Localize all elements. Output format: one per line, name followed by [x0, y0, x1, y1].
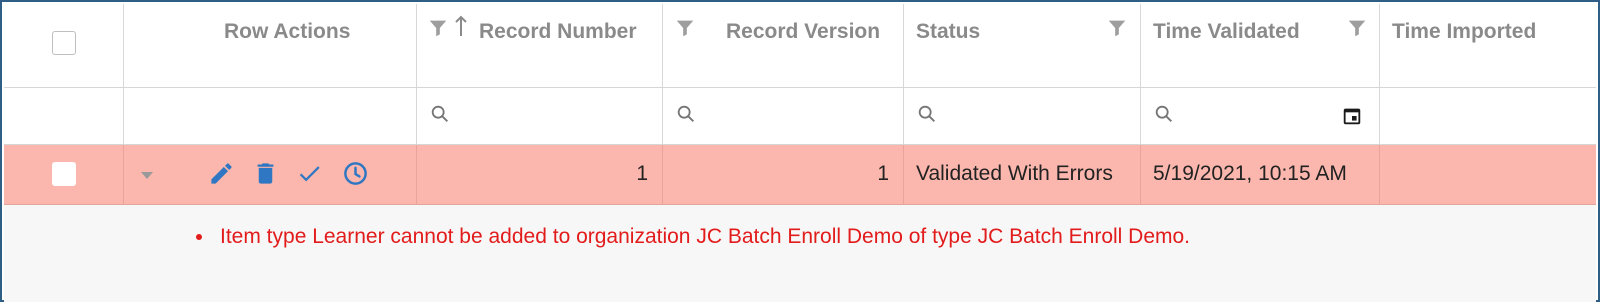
caret-down-icon[interactable] — [140, 170, 154, 180]
time-imported-cell — [1380, 145, 1596, 204]
status-cell: Validated With Errors — [904, 145, 1141, 204]
sort-ascending-icon[interactable] — [454, 14, 468, 38]
funnel-icon[interactable] — [1106, 17, 1128, 39]
clock-icon[interactable] — [342, 160, 369, 187]
table-row[interactable]: 1 1 Validated With Errors 5/19/2021, 10:… — [4, 145, 1596, 205]
column-header-time-imported: Time Imported — [1392, 20, 1537, 43]
error-list: Item type Learner cannot be added to org… — [194, 225, 1190, 249]
pencil-icon[interactable] — [208, 160, 235, 187]
check-icon[interactable] — [296, 160, 323, 187]
search-icon — [918, 105, 935, 122]
header-select-cell — [4, 4, 124, 87]
column-header-status: Status — [916, 20, 981, 43]
search-icon — [431, 105, 448, 122]
column-header-record-version: Record Version — [726, 20, 881, 43]
record-version-filter[interactable] — [663, 88, 904, 144]
search-icon — [1155, 105, 1172, 122]
funnel-icon[interactable] — [1346, 17, 1368, 39]
filter-row — [4, 88, 1596, 145]
search-icon — [677, 105, 694, 122]
error-message: Item type Learner cannot be added to org… — [194, 225, 1190, 249]
time-validated-filter[interactable] — [1141, 88, 1380, 144]
record-version-value: 1 — [877, 162, 889, 185]
row-detail-panel: Item type Learner cannot be added to org… — [4, 205, 1596, 302]
row-checkbox[interactable] — [52, 162, 76, 186]
filter-row-actions-cell — [124, 88, 417, 144]
header-row: Row Actions Record Number Record Version… — [4, 4, 1596, 88]
header-status[interactable]: Status — [904, 4, 1141, 87]
record-number-filter[interactable] — [417, 88, 663, 144]
column-header-row-actions: Row Actions — [224, 20, 351, 43]
filter-select-cell — [4, 88, 124, 144]
funnel-icon[interactable] — [427, 17, 449, 39]
row-actions-cell — [124, 145, 417, 204]
record-number-cell: 1 — [417, 145, 663, 204]
header-record-number[interactable]: Record Number — [417, 4, 663, 87]
calendar-icon[interactable] — [1341, 105, 1363, 127]
header-record-version[interactable]: Record Version — [663, 4, 904, 87]
header-row-actions: Row Actions — [124, 4, 417, 87]
record-number-value: 1 — [636, 162, 648, 185]
status-filter[interactable] — [904, 88, 1141, 144]
time-imported-filter[interactable] — [1380, 88, 1596, 144]
header-time-validated[interactable]: Time Validated — [1141, 4, 1380, 87]
column-header-time-validated: Time Validated — [1153, 20, 1300, 43]
records-grid: Row Actions Record Number Record Version… — [4, 4, 1600, 302]
select-all-checkbox[interactable] — [52, 31, 76, 55]
grid-frame: Row Actions Record Number Record Version… — [0, 0, 1600, 302]
column-header-record-number: Record Number — [479, 20, 637, 43]
record-version-cell: 1 — [663, 145, 904, 204]
funnel-icon[interactable] — [674, 17, 696, 39]
row-select-cell — [4, 145, 124, 204]
status-value: Validated With Errors — [916, 162, 1113, 185]
time-validated-value: 5/19/2021, 10:15 AM — [1153, 162, 1347, 185]
header-time-imported[interactable]: Time Imported — [1380, 4, 1596, 87]
trash-icon[interactable] — [252, 160, 279, 187]
time-validated-cell: 5/19/2021, 10:15 AM — [1141, 145, 1380, 204]
